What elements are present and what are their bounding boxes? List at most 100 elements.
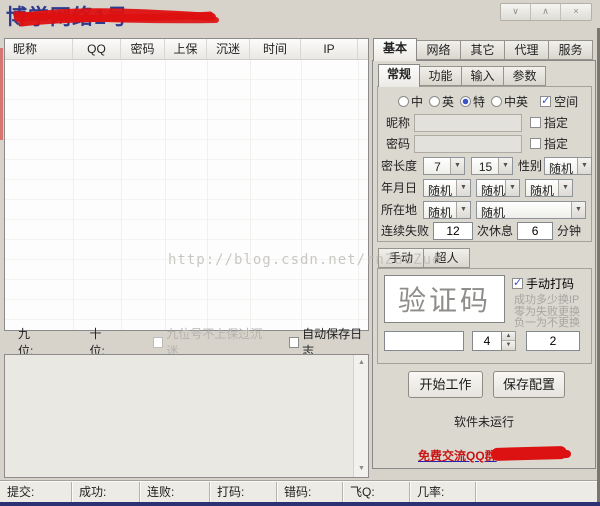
red-marker-residue (0, 48, 3, 140)
window-bottom-border (0, 502, 600, 506)
status-flyq: 飞Q: (343, 482, 410, 502)
col-protect[interactable]: 上保 (165, 39, 207, 59)
province-combo[interactable]: 随机▼ (423, 201, 471, 219)
tab-input[interactable]: 输入 (462, 66, 504, 86)
birth-day-combo[interactable]: 随机▼ (525, 179, 573, 197)
window-title: 博学网络1号 (6, 1, 129, 31)
checkbox-checked-icon[interactable]: ✓ (540, 96, 551, 107)
dropdown-arrow-icon[interactable]: ▼ (450, 158, 464, 174)
log-textarea[interactable]: ▲ ▼ (4, 354, 369, 478)
tab-params[interactable]: 参数 (504, 66, 546, 86)
pwd-min-combo[interactable]: 7▼ (423, 157, 465, 175)
radio-icon[interactable] (429, 96, 440, 107)
dropdown-arrow-icon[interactable]: ▼ (577, 158, 591, 174)
account-table[interactable]: 昵称 QQ 密码 上保 沉迷 时间 IP (4, 38, 369, 331)
dropdown-arrow-icon[interactable]: ▼ (571, 202, 585, 218)
dropdown-arrow-icon[interactable]: ▼ (505, 180, 519, 196)
tab-function[interactable]: 功能 (420, 66, 462, 86)
birth-year-combo[interactable]: 随机▼ (423, 179, 471, 197)
main-tabs: 基本 网络 其它 代理 服务 (372, 38, 597, 60)
captcha-answer-input[interactable] (384, 331, 464, 351)
birthday-row: 年月日 随机▼ 随机▼ 随机▼ (378, 178, 573, 197)
checkbox-unchecked-icon[interactable] (153, 337, 163, 348)
digit-counters-row: 九位: 十位: 九位号不上保过沉迷 自动保存日志 (4, 332, 369, 352)
status-success: 成功: (72, 482, 140, 502)
scroll-up-icon[interactable]: ▲ (354, 356, 369, 370)
title-bar: 博学网络1号 ∨ ∧ × (0, 0, 600, 30)
pwd-length-row: 密长度 7▼ 15▼ 性别 随机▼ (378, 156, 592, 175)
table-body-empty[interactable] (5, 60, 368, 330)
tab-basic[interactable]: 基本 (373, 38, 417, 61)
radio-cn-en[interactable]: 中英 (491, 93, 528, 110)
manual-code-option[interactable]: ✓ 手动打码 (512, 275, 574, 292)
minimize-button[interactable]: ∨ (501, 4, 531, 20)
col-nickname[interactable]: 昵称 (5, 39, 73, 59)
radio-cn-en-label: 中英 (504, 93, 528, 110)
close-button[interactable]: × (561, 4, 591, 20)
checkbox-unchecked-icon[interactable] (530, 117, 541, 128)
gender-combo[interactable]: 随机▼ (544, 157, 592, 175)
fail-count-input[interactable] (433, 222, 473, 240)
dropdown-arrow-icon[interactable]: ▼ (456, 180, 470, 196)
nickname-input[interactable] (414, 114, 522, 132)
radio-icon[interactable] (398, 96, 409, 107)
rest-minutes-input[interactable] (517, 222, 553, 240)
location-label: 所在地 (381, 201, 423, 218)
nickname-specify-option[interactable]: 指定 (530, 114, 568, 131)
tab-other[interactable]: 其它 (461, 40, 505, 60)
radio-selected-icon[interactable] (460, 96, 471, 107)
space-option[interactable]: ✓ 空间 (540, 93, 578, 110)
dropdown-arrow-icon[interactable]: ▼ (456, 202, 470, 218)
ip-change-input[interactable] (526, 331, 580, 351)
status-bar: 提交: 成功: 连败: 打码: 错码: 飞Q: 几率: (0, 481, 600, 502)
col-filler (358, 39, 368, 59)
save-config-button[interactable]: 保存配置 (493, 371, 565, 398)
city-combo[interactable]: 随机▼ (476, 201, 586, 219)
status-captcha: 打码: (210, 482, 277, 502)
tab-network[interactable]: 网络 (417, 40, 461, 60)
tab-superman[interactable]: 超人 (424, 248, 470, 268)
birth-month-combo[interactable]: 随机▼ (476, 179, 520, 197)
gender-label: 性别 (518, 157, 544, 174)
checkbox-checked-icon[interactable]: ✓ (512, 278, 523, 289)
start-work-button[interactable]: 开始工作 (408, 371, 483, 398)
scroll-down-icon[interactable]: ▼ (354, 462, 369, 476)
spin-up-icon[interactable]: ▲ (502, 332, 515, 341)
col-qq[interactable]: QQ (73, 39, 121, 59)
redacted-qq-number (491, 446, 567, 461)
charset-row: 中 英 特 中英 ✓ 空间 (398, 92, 578, 111)
dropdown-arrow-icon[interactable]: ▼ (558, 180, 572, 196)
tab-general[interactable]: 常规 (378, 64, 420, 87)
radio-chinese-label: 中 (411, 93, 423, 110)
maximize-button[interactable]: ∧ (531, 4, 561, 20)
specify-label: 指定 (544, 135, 568, 152)
col-ip[interactable]: IP (301, 39, 358, 59)
tab-proxy[interactable]: 代理 (505, 40, 549, 60)
checkbox-unchecked-icon[interactable] (530, 138, 541, 149)
captcha-tabs: 手动 超人 (377, 246, 470, 268)
password-specify-option[interactable]: 指定 (530, 135, 568, 152)
pwd-max-combo[interactable]: 15▼ (471, 157, 513, 175)
fail-rest-row: 连续失败 次休息 分钟 (378, 221, 581, 240)
log-scrollbar[interactable]: ▲ ▼ (353, 355, 368, 477)
dropdown-arrow-icon[interactable]: ▼ (498, 158, 512, 174)
checkbox-unchecked-icon[interactable] (289, 337, 299, 348)
radio-chinese[interactable]: 中 (398, 93, 423, 110)
spinner-value-input[interactable] (472, 331, 502, 351)
tab-service[interactable]: 服务 (549, 40, 593, 60)
sub-tabs: 常规 功能 输入 参数 (377, 64, 546, 86)
radio-special[interactable]: 特 (460, 93, 485, 110)
qq-group-link[interactable]: 免费交流QQ群 (418, 447, 497, 464)
col-password[interactable]: 密码 (121, 39, 165, 59)
spin-down-icon[interactable]: ▼ (502, 341, 515, 350)
password-input[interactable] (414, 135, 522, 153)
radio-english[interactable]: 英 (429, 93, 454, 110)
location-row: 所在地 随机▼ 随机▼ (378, 200, 586, 219)
col-time[interactable]: 时间 (250, 39, 301, 59)
radio-icon[interactable] (491, 96, 502, 107)
nickname-row: 昵称 指定 (378, 113, 568, 132)
col-addiction[interactable]: 沉迷 (207, 39, 250, 59)
hint-line: 成功多少换IP (514, 295, 580, 307)
status-filler (476, 482, 600, 502)
tab-manual[interactable]: 手动 (378, 248, 424, 268)
